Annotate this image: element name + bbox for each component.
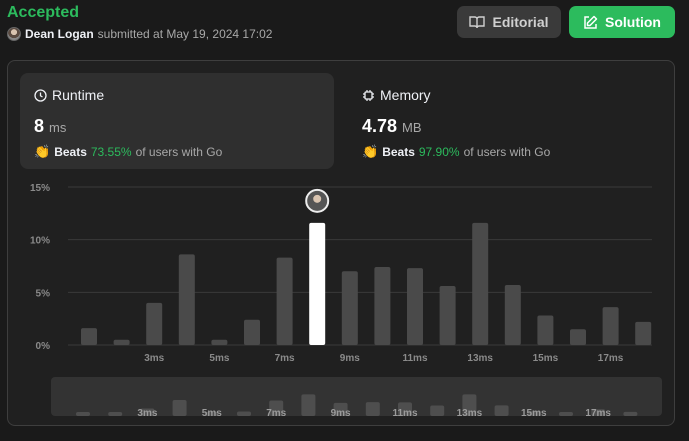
chart-bar — [407, 268, 423, 345]
overview-tick-label: 5ms — [202, 408, 222, 419]
chart-bar — [570, 329, 586, 345]
chart-bar — [146, 302, 163, 345]
chart-bar — [81, 328, 97, 345]
runtime-distribution-chart[interactable]: 0% 5% 10% 15% 3ms 5ms 7ms 9ms 11ms 13ms 15ms 17ms 3m… — [0, 0, 689, 441]
overview-bar — [108, 412, 123, 416]
overview-tick-label: 17ms — [585, 408, 611, 419]
chart-bar — [374, 267, 391, 345]
chart-bar — [635, 321, 652, 345]
x-tick-label: 7ms — [275, 353, 295, 364]
overview-bar — [494, 405, 509, 416]
y-tick-label: 0% — [36, 341, 51, 352]
chart-bar — [504, 284, 521, 345]
chart-bar — [244, 319, 260, 345]
overview-tick-label: 11ms — [392, 408, 417, 419]
overview-bar — [172, 399, 187, 416]
x-tick-label: 13ms — [467, 353, 493, 364]
x-tick-label: 11ms — [402, 353, 427, 364]
x-tick-label: 3ms — [144, 353, 164, 364]
y-tick-label: 5% — [36, 288, 51, 299]
overview-bar — [301, 394, 316, 416]
overview-bar — [76, 412, 90, 416]
y-tick-label: 15% — [30, 183, 50, 194]
overview-bar — [430, 405, 445, 416]
highlight-bar — [309, 222, 326, 345]
chart-bar — [602, 307, 619, 345]
overview-bar — [237, 411, 251, 416]
chart-bar — [341, 271, 358, 345]
overview-bar — [559, 412, 573, 416]
chart-bar — [276, 257, 293, 345]
x-tick-label: 17ms — [598, 353, 624, 364]
overview-bar — [365, 402, 380, 416]
chart-bar — [178, 254, 195, 345]
chart-bar — [439, 286, 456, 345]
chart-bar — [113, 339, 130, 345]
x-tick-label: 9ms — [340, 353, 360, 364]
overview-bar — [623, 411, 638, 416]
overview-tick-label: 9ms — [331, 408, 351, 419]
overview-tick-label: 15ms — [521, 408, 547, 419]
x-tick-label: 5ms — [209, 353, 229, 364]
chart-bar — [472, 222, 489, 345]
y-tick-label: 10% — [30, 236, 50, 247]
chart-bar — [211, 339, 228, 345]
chart-bar — [537, 315, 554, 345]
overview-tick-label: 3ms — [137, 408, 157, 419]
avatar-face — [313, 194, 322, 203]
overview-tick-label: 7ms — [266, 408, 286, 419]
overview-tick-label: 13ms — [457, 408, 483, 419]
x-tick-label: 15ms — [533, 353, 559, 364]
